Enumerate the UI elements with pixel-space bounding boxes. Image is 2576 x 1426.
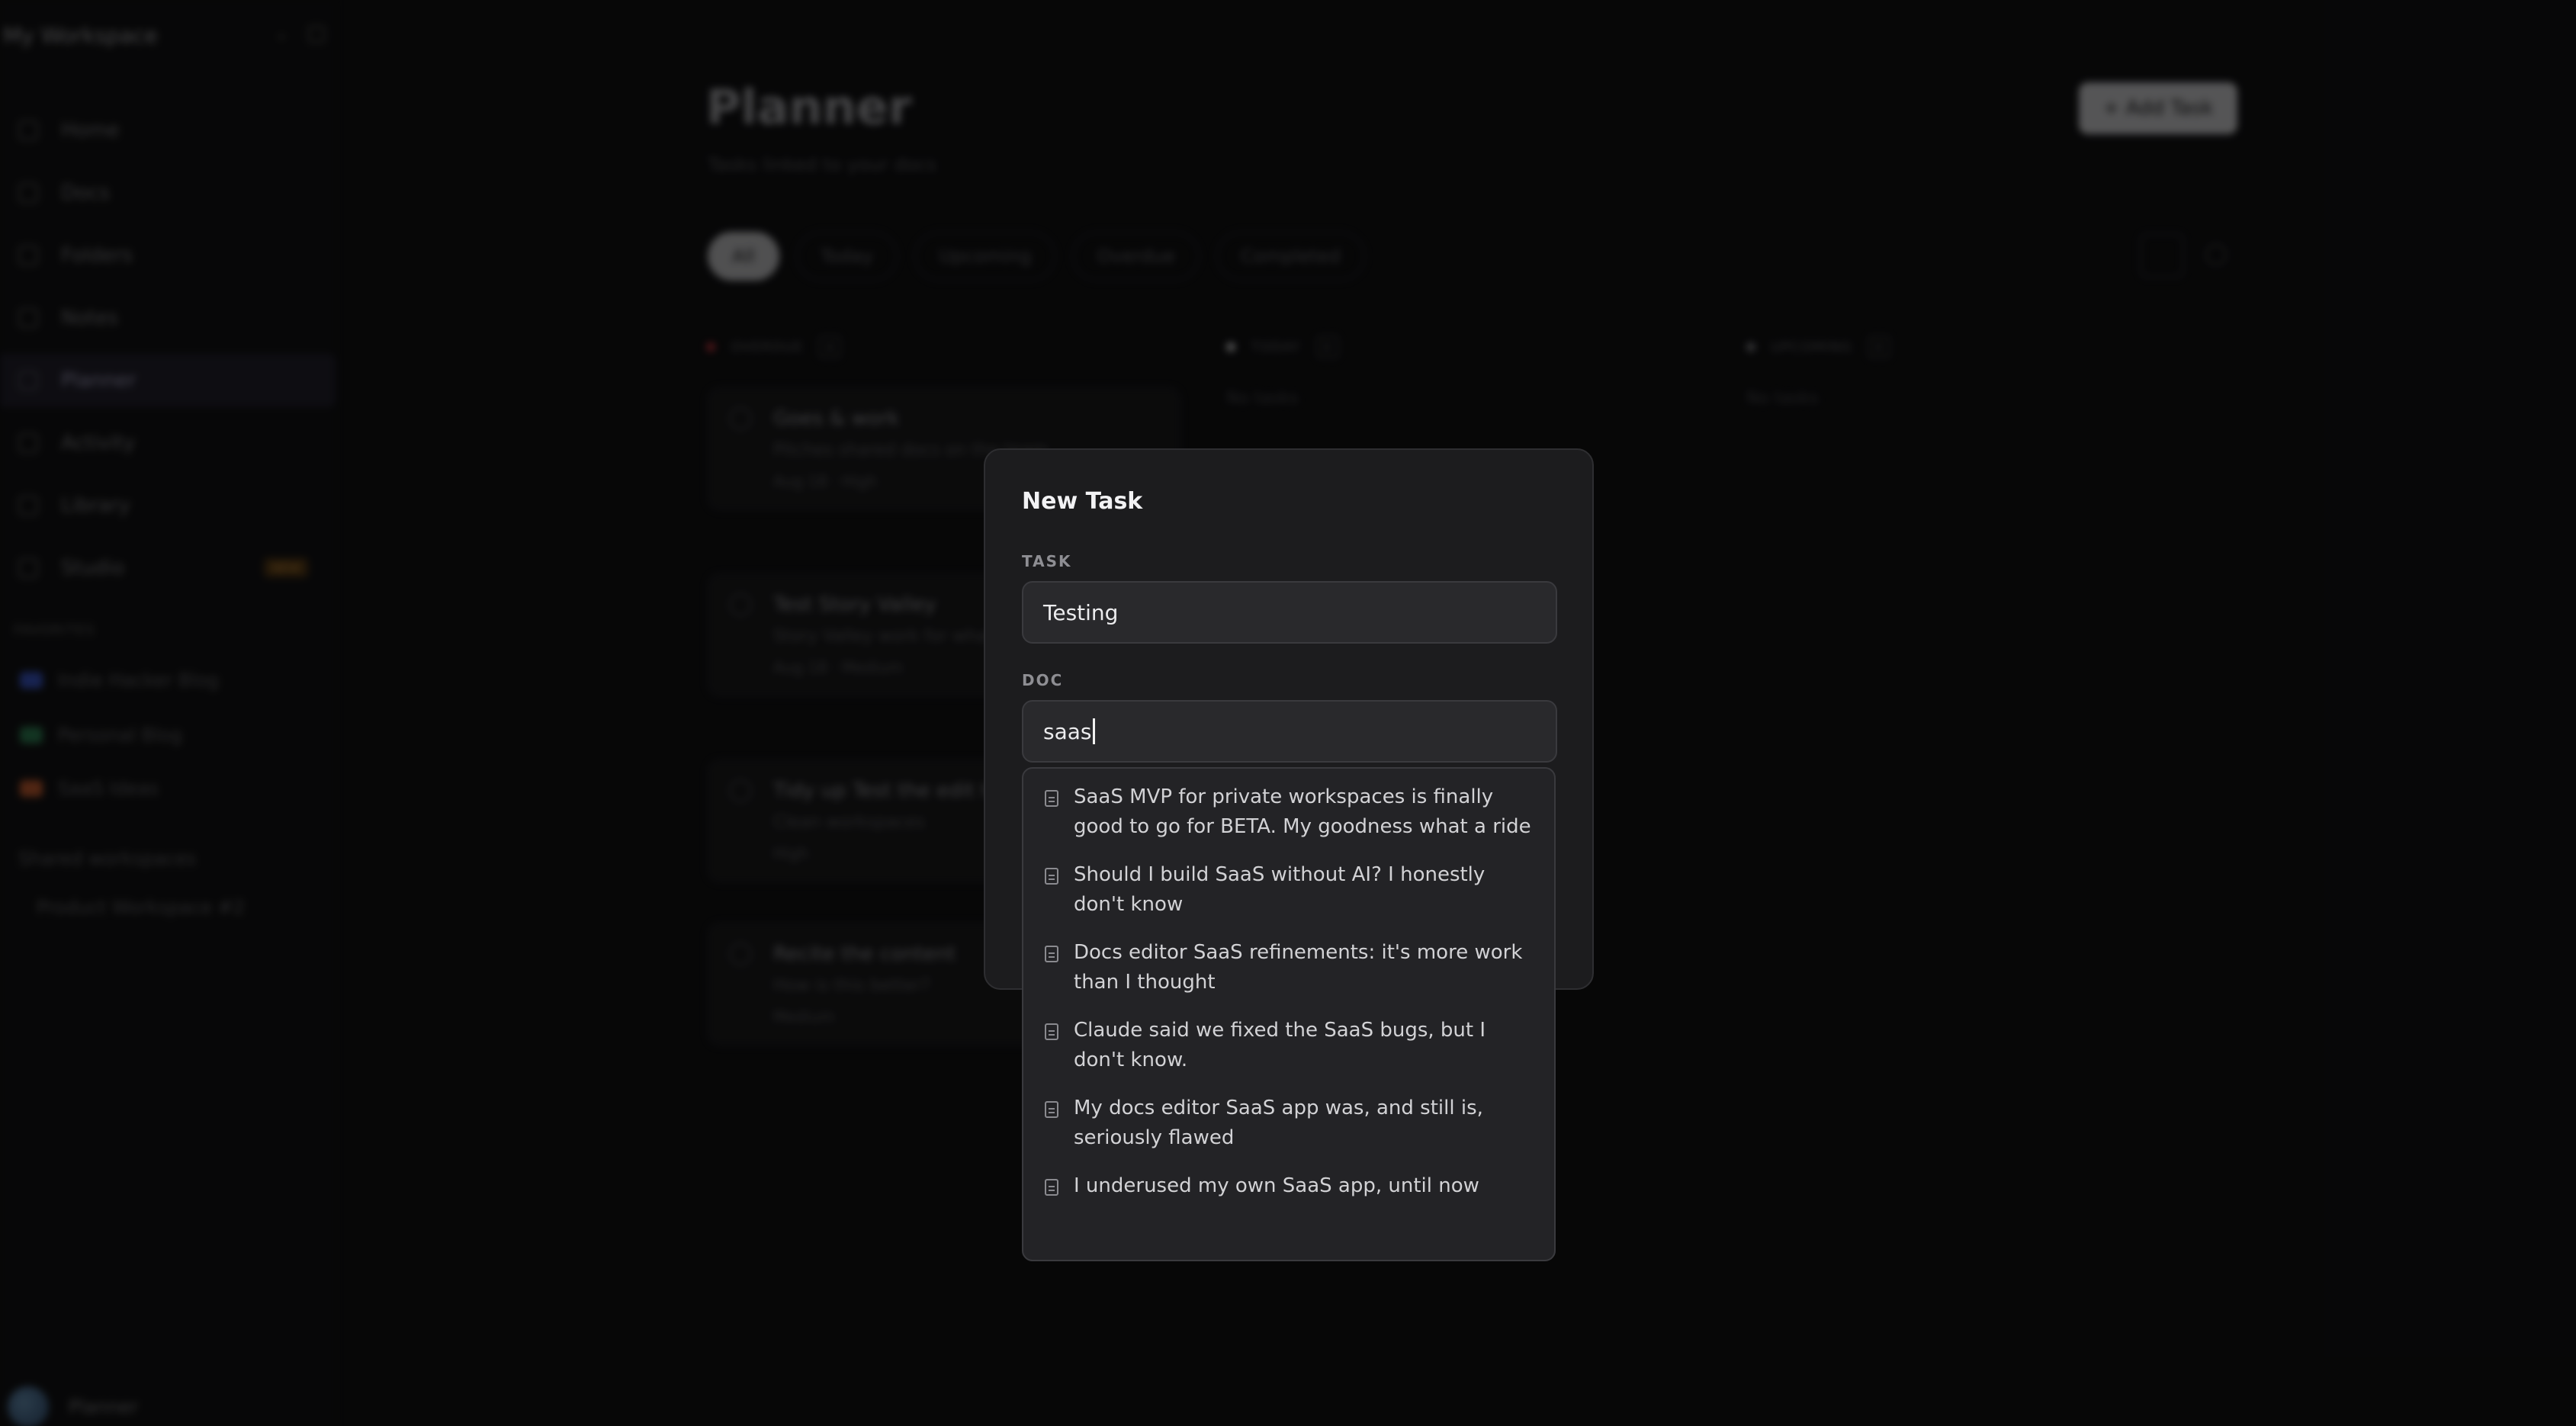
suggestion-label: Should I build SaaS without AI? I honest…: [1074, 863, 1486, 916]
document-icon: [1045, 790, 1058, 807]
suggestion-label: Claude said we fixed the SaaS bugs, but …: [1074, 1019, 1486, 1071]
doc-suggestion[interactable]: Docs editor SaaS refinements: it's more …: [1023, 938, 1554, 997]
task-input-value: Testing: [1043, 599, 1119, 625]
dialog-title: New Task: [1022, 488, 1143, 515]
text-caret: [1092, 718, 1095, 744]
doc-suggestion[interactable]: SaaS MVP for private workspaces is final…: [1023, 782, 1554, 842]
suggestion-label: Docs editor SaaS refinements: it's more …: [1074, 941, 1523, 994]
suggestion-label: SaaS MVP for private workspaces is final…: [1074, 785, 1531, 838]
document-icon: [1045, 1101, 1058, 1118]
suggestion-label: I underused my own SaaS app, until now: [1074, 1174, 1479, 1197]
doc-field-label: DOC: [1022, 671, 1064, 689]
doc-suggestion[interactable]: Should I build SaaS without AI? I honest…: [1023, 860, 1554, 920]
document-icon: [1045, 868, 1058, 885]
doc-suggestion[interactable]: Claude said we fixed the SaaS bugs, but …: [1023, 1016, 1554, 1075]
doc-search-input[interactable]: saas: [1022, 700, 1557, 763]
task-input[interactable]: Testing: [1022, 581, 1557, 644]
doc-suggestion[interactable]: My docs editor SaaS app was, and still i…: [1023, 1094, 1554, 1153]
document-icon: [1045, 946, 1058, 962]
doc-suggestions-dropdown: SaaS MVP for private workspaces is final…: [1022, 767, 1556, 1261]
task-field-label: TASK: [1022, 552, 1072, 570]
doc-input-value: saas: [1043, 718, 1092, 744]
doc-suggestion[interactable]: I underused my own SaaS app, until now: [1023, 1171, 1554, 1201]
suggestion-label: My docs editor SaaS app was, and still i…: [1074, 1097, 1483, 1149]
document-icon: [1045, 1023, 1058, 1040]
document-icon: [1045, 1179, 1058, 1196]
